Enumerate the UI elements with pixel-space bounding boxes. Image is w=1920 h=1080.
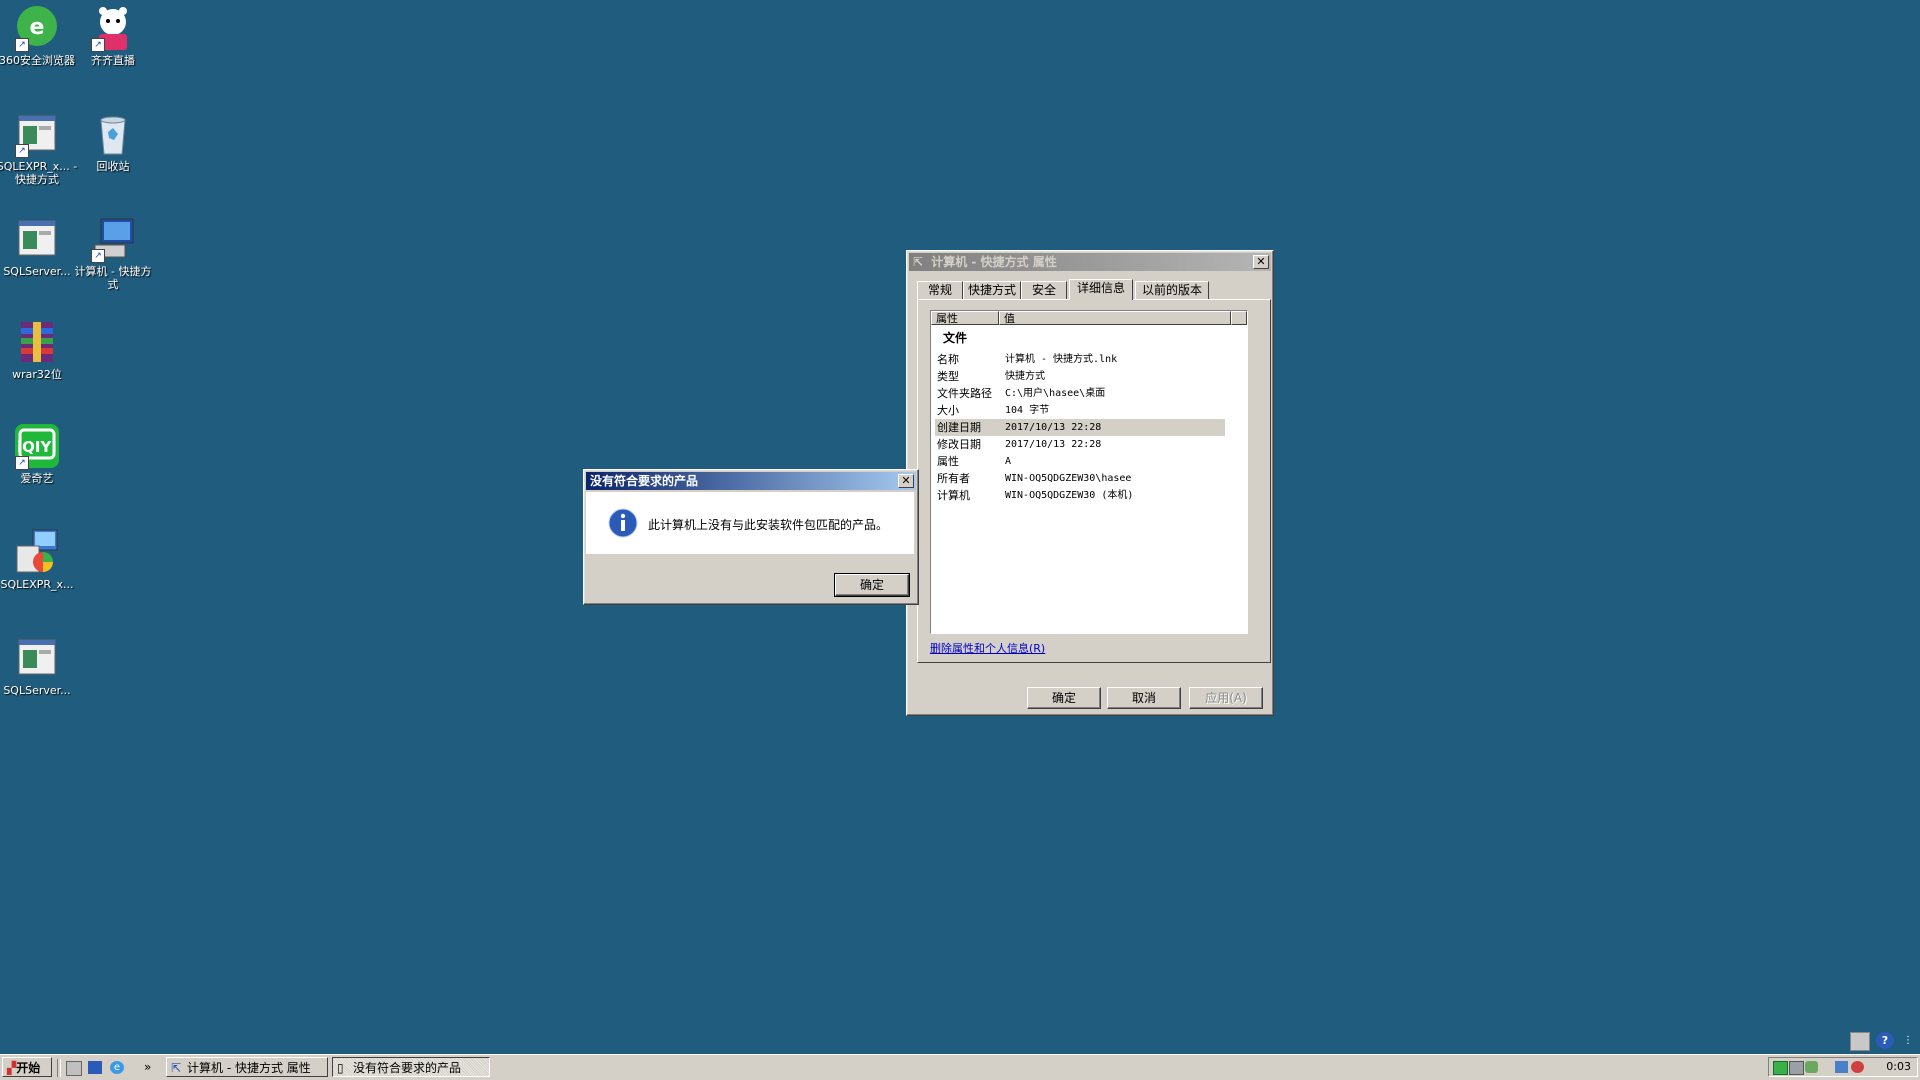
taskbar: ▞开始 e » ⇱ 计算机 - 快捷方式 属性 ▯ 没有符合要求的产品 0:03 <box>0 1054 1920 1080</box>
desktop-icon-label: wrar32位 <box>12 368 62 381</box>
desktop-icon-label: SQLServer... <box>3 265 71 278</box>
desktop-icon-iqiyi[interactable]: iQIYI ↗ 爱奇艺 <box>0 422 79 485</box>
iqiyi-icon: iQIYI ↗ <box>13 422 61 470</box>
desktop-icon-qiqi-live[interactable]: ↗ 齐齐直播 <box>71 4 155 67</box>
tab-previous-versions[interactable]: 以前的版本 <box>1135 281 1209 299</box>
keyboard-icon[interactable] <box>1850 1032 1870 1051</box>
desktop-icon-label: 计算机 - 快捷方式 <box>74 265 152 291</box>
taskbar-divider <box>57 1059 61 1077</box>
clock[interactable]: 0:03 <box>1886 1058 1911 1076</box>
shortcut-icon: ⇱ <box>913 255 924 269</box>
ok-button[interactable]: 确定 <box>834 573 910 597</box>
tab-shortcut[interactable]: 快捷方式 <box>963 281 1021 299</box>
column-header-empty <box>1231 311 1247 325</box>
taskbar-item-properties[interactable]: ⇱ 计算机 - 快捷方式 属性 <box>166 1057 328 1077</box>
installer-window-icon <box>13 215 61 263</box>
table-row-selected[interactable]: 创建日期 2017/10/13 22:28 <box>935 419 1225 436</box>
details-listview[interactable]: 属性 值 文件 名称 计算机 - 快捷方式.lnk 类型 快捷方式 文件夹路径 C:\… <box>930 310 1248 634</box>
table-row[interactable]: 计算机 WIN-OQ5QDGZEW30 (本机) <box>935 487 1225 504</box>
desktop-icon-label: 回收站 <box>96 160 130 173</box>
desktop-icon-sqlexpr[interactable]: SQLEXPR_x... <box>0 528 79 591</box>
help-icon[interactable]: ? <box>1876 1032 1894 1049</box>
shield-icon[interactable] <box>1805 1061 1818 1073</box>
installer-window-icon <box>13 634 61 682</box>
browser-360-icon: e ↗ <box>13 4 61 52</box>
desktop-icon-sqlserver-2[interactable]: SQLServer... <box>0 634 79 697</box>
group-header-file: 文件 <box>943 331 968 345</box>
monitor-tray-icon[interactable] <box>1789 1061 1804 1075</box>
desktop-icon-label: SQLEXPR_x... - 快捷方式 <box>0 160 78 186</box>
table-row[interactable]: 大小 104 字节 <box>935 402 1225 419</box>
column-header-property[interactable]: 属性 <box>931 311 999 325</box>
desktop-icon-sqlserver-1[interactable]: SQLServer... <box>0 215 79 278</box>
message-text: 此计算机上没有与此安装软件包匹配的产品。 <box>648 518 889 532</box>
tab-details[interactable]: 详细信息 <box>1069 279 1133 300</box>
sql-tray-icon[interactable] <box>1773 1061 1788 1075</box>
desktop-icon-label: SQLEXPR_x... <box>0 578 74 591</box>
ok-button[interactable]: 确定 <box>1027 687 1101 709</box>
volume-muted-icon[interactable] <box>1851 1061 1864 1073</box>
desktop-icon-label: SQLServer... <box>3 684 71 697</box>
options-icon[interactable]: ⋮ <box>1902 1032 1914 1049</box>
bear-icon: ↗ <box>89 4 137 52</box>
quicklaunch-chevron-icon[interactable]: » <box>144 1057 151 1077</box>
table-row[interactable]: 文件夹路径 C:\用户\hasee\桌面 <box>935 385 1225 402</box>
message-titlebar[interactable]: 没有符合要求的产品 ✕ <box>586 472 916 490</box>
svg-text:e: e <box>30 15 45 40</box>
table-row[interactable]: 所有者 WIN-OQ5QDGZEW30\hasee <box>935 470 1225 487</box>
installer-icon: ▯ <box>337 1061 344 1075</box>
message-body: 此计算机上没有与此安装软件包匹配的产品。 <box>586 492 914 554</box>
show-desktop-icon[interactable] <box>88 1061 102 1074</box>
desktop-icon-computer-shortcut[interactable]: ↗ 计算机 - 快捷方式 <box>71 215 155 291</box>
close-icon: ✕ <box>901 474 911 487</box>
svg-text:iQIYI: iQIYI <box>17 438 57 456</box>
table-row[interactable]: 属性 A <box>935 453 1225 470</box>
system-tray: 0:03 <box>1768 1057 1918 1077</box>
apply-button[interactable]: 应用(A) <box>1189 687 1263 709</box>
ie-icon[interactable]: e <box>110 1061 124 1074</box>
computer-icon: ↗ <box>89 215 137 263</box>
shortcut-icon: ⇱ <box>171 1061 182 1075</box>
tab-security[interactable]: 安全 <box>1021 281 1067 299</box>
desktop-icon-360-browser[interactable]: e ↗ 360安全浏览器 <box>0 4 79 67</box>
message-dialog: 没有符合要求的产品 ✕ 此计算机上没有与此安装软件包匹配的产品。 确定 <box>583 469 919 605</box>
close-icon: ✕ <box>1256 255 1266 268</box>
properties-window: ⇱ 计算机 - 快捷方式 属性 ✕ 常规 快捷方式 安全 详细信息 以前的版本 … <box>906 250 1274 716</box>
close-button[interactable]: ✕ <box>898 474 914 488</box>
windows-logo-icon: ▞ <box>7 1061 17 1075</box>
properties-titlebar[interactable]: ⇱ 计算机 - 快捷方式 属性 ✕ <box>909 253 1271 271</box>
desktop-icon-recycle-bin[interactable]: 回收站 <box>71 110 155 173</box>
properties-title: 计算机 - 快捷方式 属性 <box>931 255 1057 269</box>
cancel-button[interactable]: 取消 <box>1107 687 1181 709</box>
network-icon[interactable] <box>1835 1061 1848 1073</box>
tab-general[interactable]: 常规 <box>917 281 963 299</box>
taskbar-item-message[interactable]: ▯ 没有符合要求的产品 <box>332 1057 490 1077</box>
details-panel: 属性 值 文件 名称 计算机 - 快捷方式.lnk 类型 快捷方式 文件夹路径 C:\… <box>917 299 1271 663</box>
desktop-icon-winrar[interactable]: wrar32位 <box>0 318 79 381</box>
info-icon <box>608 508 638 538</box>
server-manager-icon[interactable] <box>66 1061 82 1076</box>
desktop-icon-label: 齐齐直播 <box>91 54 135 67</box>
floating-toolbar: ? ⋮ <box>1846 1030 1920 1052</box>
setup-icon <box>13 528 61 576</box>
column-header-value[interactable]: 值 <box>999 311 1231 325</box>
desktop-icon-label: 360安全浏览器 <box>0 54 75 67</box>
desktop-icon-label: 爱奇艺 <box>20 472 54 485</box>
message-title: 没有符合要求的产品 <box>590 474 699 488</box>
winrar-icon <box>13 318 61 366</box>
start-button[interactable]: ▞开始 <box>2 1057 52 1077</box>
desktop-icon-sqlexpr-shortcut[interactable]: ↗ SQLEXPR_x... - 快捷方式 <box>0 110 79 186</box>
table-row[interactable]: 类型 快捷方式 <box>935 368 1225 385</box>
remove-properties-link[interactable]: 删除属性和个人信息(R) <box>930 640 1045 656</box>
installer-window-icon: ↗ <box>13 110 61 158</box>
recycle-bin-icon <box>89 110 137 158</box>
close-button[interactable]: ✕ <box>1253 255 1269 269</box>
listview-header: 属性 值 <box>931 311 1247 326</box>
table-row[interactable]: 名称 计算机 - 快捷方式.lnk <box>935 351 1225 368</box>
table-row[interactable]: 修改日期 2017/10/13 22:28 <box>935 436 1225 453</box>
